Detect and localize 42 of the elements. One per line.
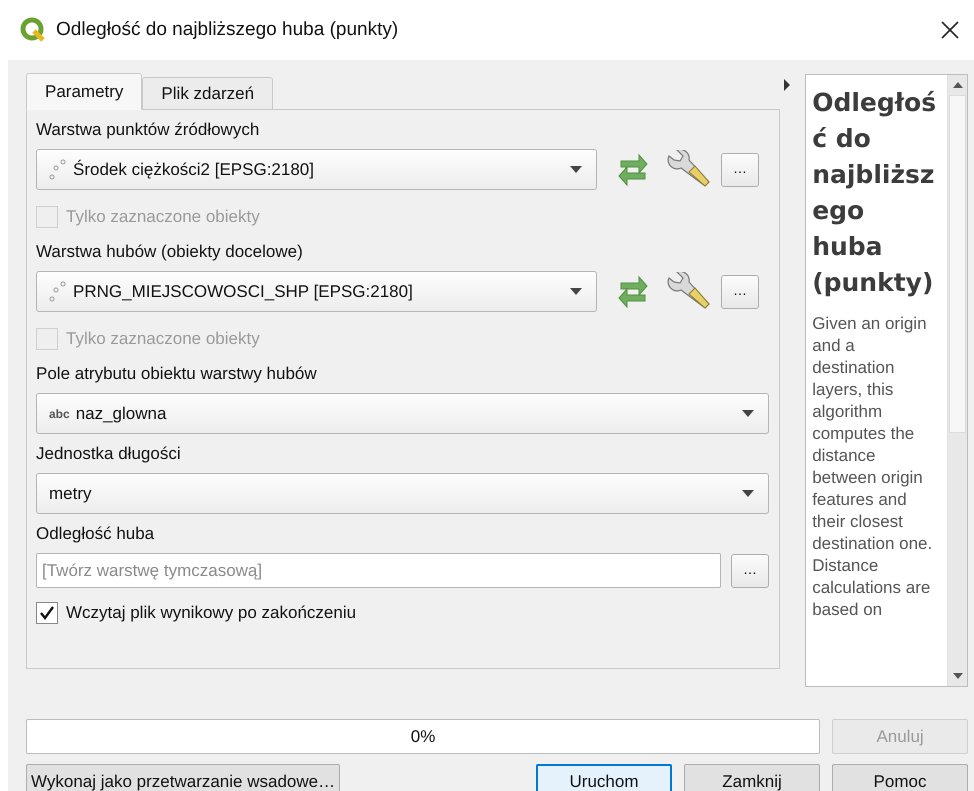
checkbox-label: Tylko zaznaczone obiekty: [66, 328, 260, 350]
checkbox-label: Tylko zaznaczone obiekty: [66, 206, 260, 228]
batch-process-button[interactable]: Wykonaj jako przetwarzanie wsadowe…: [26, 764, 340, 791]
output-path-field[interactable]: [Twórz warstwę tymczasową]: [36, 553, 721, 588]
dropdown-caret-icon: [742, 410, 754, 417]
dialog-button[interactable]: Pomoc: [832, 764, 968, 791]
progress-reading: 0%: [410, 726, 436, 748]
close-icon[interactable]: [940, 20, 960, 40]
help-title: Odległość do najbliższego huba (punkty): [812, 87, 938, 299]
wrench-icon[interactable]: [665, 272, 711, 312]
dropdown-caret-icon: [570, 288, 582, 295]
layer-name: Środek ciężkości2 [EPSG:2180]: [73, 158, 314, 181]
more-options-button[interactable]: …: [731, 554, 769, 588]
dropdown-caret-icon: [570, 166, 582, 173]
wrench-icon[interactable]: [665, 150, 711, 190]
more-options-button[interactable]: …: [721, 274, 759, 308]
dropdown-field[interactable]: Środek ciężkości2 [EPSG:2180]: [36, 149, 597, 190]
dialog-button[interactable]: Uruchom: [536, 764, 672, 791]
checkbox[interactable]: [36, 602, 58, 624]
field-name: naz_glowna: [76, 402, 166, 425]
tab[interactable]: Parametry: [26, 73, 142, 110]
app-logo-icon: [20, 17, 46, 43]
unit-value: metry: [49, 482, 92, 505]
help-text: Given an origin and a destination layers, this algorithm computes the distance between origin features and their closest destination one. Distance calculations are based on: [812, 313, 934, 621]
parameter-label: Pole atrybutu obiektu warstwy hubów: [36, 363, 318, 386]
dropdown-field[interactable]: metry: [36, 473, 769, 514]
dialog-button[interactable]: Zamknij: [684, 764, 820, 791]
collapse-arrow-icon[interactable]: [784, 79, 790, 91]
dropdown-field[interactable]: abc naz_glowna: [36, 393, 769, 434]
layer-name: PRNG_MIEJSCOWOSCI_SHP [EPSG:2180]: [73, 280, 413, 303]
parameter-label: Jednostka długości: [36, 443, 182, 466]
tab[interactable]: Plik zdarzeń: [142, 77, 274, 110]
field-type-label: abc: [49, 406, 70, 422]
scrollbar[interactable]: [947, 75, 968, 686]
dropdown-field[interactable]: PRNG_MIEJSCOWOSCI_SHP [EPSG:2180]: [36, 271, 597, 312]
parameter-label: Warstwa punktów źródłowych: [36, 119, 260, 142]
parameter-label: Odległość huba: [36, 523, 156, 546]
more-options-button[interactable]: …: [721, 152, 759, 186]
checkbox-label: Wczytaj plik wynikowy po zakończeniu: [66, 602, 356, 624]
parameter-label: Warstwa hubów (obiekty docelowe): [36, 241, 304, 264]
window-title: Odległość do najbliższego huba (punkty): [56, 18, 398, 42]
dropdown-caret-icon: [742, 490, 754, 497]
